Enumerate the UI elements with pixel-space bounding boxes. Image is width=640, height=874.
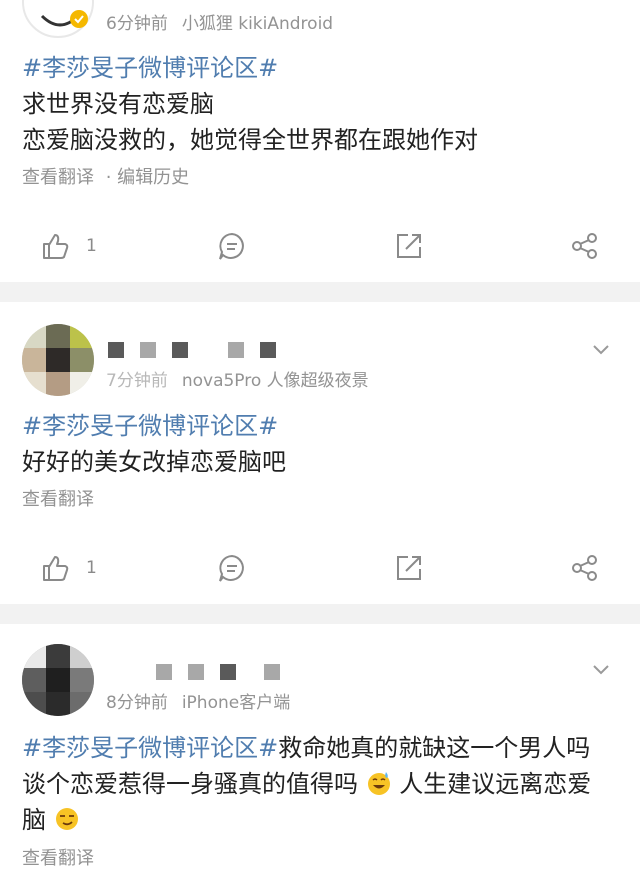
topic-link[interactable]: #李莎旻子微博评论区# — [22, 734, 278, 762]
user-name-obscured[interactable] — [156, 664, 296, 682]
post-sub-actions: 查看翻译 — [22, 844, 94, 870]
thumbs-up-icon — [43, 556, 69, 581]
edit-history-link[interactable]: · 编辑历史 — [106, 167, 189, 188]
post-text: #李莎旻子微博评论区# 求世界没有恋爱脑 恋爱脑没救的，她觉得全世界都在跟她作对 — [22, 50, 622, 158]
chevron-down-icon[interactable] — [590, 658, 612, 680]
post-line: 人生建议远离恋爱 — [399, 770, 592, 798]
post-time: 8分钟前 — [106, 693, 168, 713]
avatar[interactable] — [22, 644, 94, 716]
topic-link[interactable]: #李莎旻子微博评论区# — [22, 412, 278, 440]
comment-bubble-icon — [219, 554, 244, 582]
like-button[interactable]: 1 — [40, 552, 97, 584]
post-line: 救命她真的就缺这一个男人吗 — [278, 734, 591, 762]
post-time: 6分钟前 — [106, 14, 168, 34]
share-button[interactable] — [570, 552, 600, 584]
post-source: 小狐狸 kikiAndroid — [181, 14, 334, 34]
avatar-pixelated-icon — [22, 644, 94, 716]
post-meta: 6分钟前 小狐狸 kikiAndroid — [106, 9, 333, 34]
post-line: 好好的美女改掉恋爱脑吧 — [22, 448, 286, 476]
user-name-obscured[interactable] — [108, 342, 292, 360]
translate-link[interactable]: 查看翻译 — [22, 489, 94, 510]
verified-badge-icon — [70, 10, 88, 28]
post-text: #李莎旻子微博评论区# 好好的美女改掉恋爱脑吧 — [22, 408, 622, 480]
grinning-sweat-emoji-icon — [367, 772, 390, 795]
post-source: nova5Pro 人像超级夜景 — [181, 371, 369, 391]
topic-link[interactable]: #李莎旻子微博评论区# — [22, 54, 278, 82]
share-icon — [572, 233, 597, 259]
smirk-emoji-icon — [55, 808, 78, 830]
like-button[interactable]: 1 — [40, 230, 97, 262]
chevron-down-icon[interactable] — [590, 338, 612, 360]
comment-button[interactable] — [217, 230, 247, 262]
avatar[interactable] — [22, 324, 94, 396]
post-line: 求世界没有恋爱脑 — [22, 90, 214, 118]
action-bar: 1 — [0, 548, 640, 588]
thumbs-up-icon — [43, 234, 69, 259]
post-line: 谈个恋爱惹得一身骚真的值得吗 — [22, 770, 358, 798]
post-meta: 8分钟前 iPhone客户端 — [106, 688, 290, 713]
comment-bubble-icon — [219, 232, 244, 260]
post-text: #李莎旻子微博评论区#救命她真的就缺这一个男人吗 谈个恋爱惹得一身骚真的值得吗 … — [22, 730, 622, 838]
post-2: 7分钟前 nova5Pro 人像超级夜景 #李莎旻子微博评论区# 好好的美女改掉恋… — [0, 302, 640, 604]
repost-icon — [397, 556, 421, 580]
post-source: iPhone客户端 — [181, 693, 291, 713]
post-time: 7分钟前 — [106, 371, 168, 391]
repost-button[interactable] — [394, 230, 424, 262]
translate-link[interactable]: 查看翻译 — [22, 167, 94, 188]
share-icon — [572, 555, 597, 581]
action-bar: 1 — [0, 226, 640, 266]
post-3: 8分钟前 iPhone客户端 #李莎旻子微博评论区#救命她真的就缺这一个男人吗 谈… — [0, 624, 640, 874]
comment-button[interactable] — [217, 552, 247, 584]
separator — [0, 604, 640, 624]
translate-link[interactable]: 查看翻译 — [22, 848, 94, 869]
avatar-pixelated-icon — [22, 324, 94, 396]
share-button[interactable] — [570, 230, 600, 262]
like-count: 1 — [86, 236, 97, 256]
like-count: 1 — [86, 558, 97, 578]
post-1: 6分钟前 小狐狸 kikiAndroid #李莎旻子微博评论区# 求世界没有恋爱脑… — [0, 0, 640, 282]
post-line: 恋爱脑没救的，她觉得全世界都在跟她作对 — [22, 126, 478, 154]
repost-icon — [397, 234, 421, 258]
post-line: 脑 — [22, 806, 46, 834]
post-meta: 7分钟前 nova5Pro 人像超级夜景 — [106, 366, 369, 391]
repost-button[interactable] — [394, 552, 424, 584]
post-sub-actions: 查看翻译 — [22, 485, 94, 511]
post-sub-actions: 查看翻译 · 编辑历史 — [22, 163, 189, 189]
separator — [0, 282, 640, 302]
